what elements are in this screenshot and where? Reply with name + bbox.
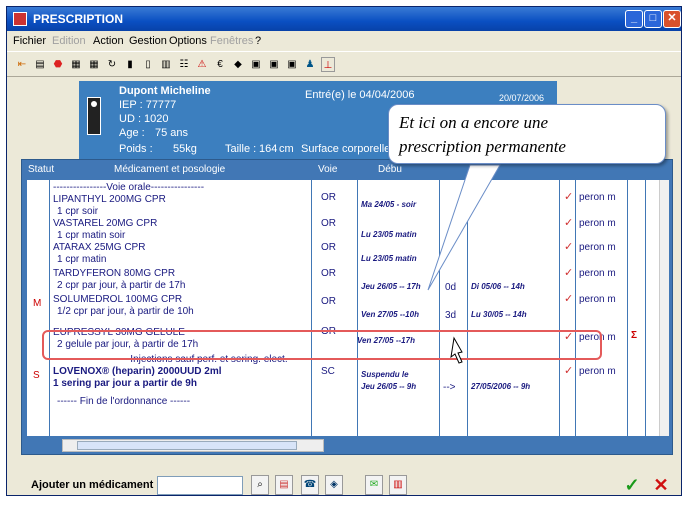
callout-line2: prescription permanente: [399, 137, 566, 156]
annotation-overlay: [427, 164, 501, 364]
callout-line1: Et ici on a encore une: [399, 113, 549, 132]
annotation-callout: Et ici on a encore une prescription perm…: [388, 104, 666, 164]
callout-pointer: [427, 164, 501, 291]
mouse-cursor-icon: [450, 336, 463, 364]
